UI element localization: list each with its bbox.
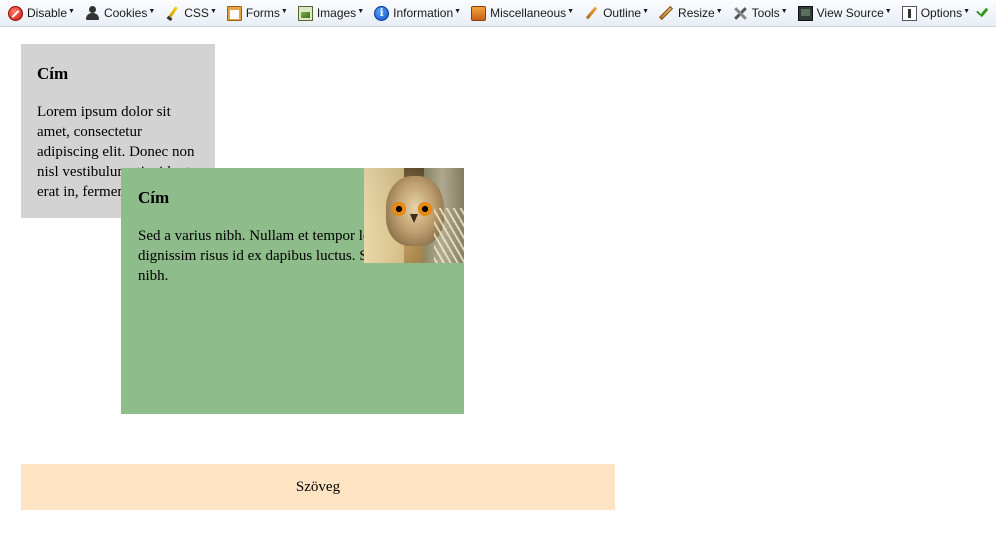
pencil-icon: [165, 6, 180, 21]
toolbar-forms-label: Forms: [245, 6, 280, 20]
chevron-down-icon: ▼: [780, 7, 788, 15]
toolbar-options-menu[interactable]: Options ▼: [896, 0, 974, 27]
toolbar-resize-menu[interactable]: Resize ▼: [653, 0, 727, 27]
footer-text-box: Szöveg: [21, 464, 615, 510]
toolbar-outline-label: Outline: [603, 6, 642, 20]
chevron-down-icon: ▼: [280, 7, 288, 15]
toolbar-cookies-label: Cookies: [103, 6, 148, 20]
toolbar-miscellaneous-menu[interactable]: Miscellaneous ▼: [465, 0, 578, 27]
toolbar-outline-menu[interactable]: Outline ▼: [578, 0, 653, 27]
web-developer-toolbar: Disable ▼ Cookies ▼ CSS ▼ Forms ▼ Images…: [0, 0, 996, 27]
toolbar-disable-menu[interactable]: Disable ▼: [0, 0, 79, 27]
pencil-icon: [584, 6, 599, 21]
tools-icon: [733, 6, 748, 21]
disable-icon: [8, 5, 23, 21]
toolbar-miscellaneous-label: Miscellaneous: [490, 6, 567, 20]
toolbar-disable-label: Disable: [27, 6, 68, 20]
footer-text: Szöveg: [295, 479, 341, 495]
options-icon: [901, 5, 917, 21]
green-content-box: Cím Sed a varius nibh. Nullam et tempor …: [121, 168, 464, 414]
chevron-down-icon: ▼: [715, 7, 723, 15]
chevron-down-icon: ▼: [148, 7, 156, 15]
book-icon: [471, 5, 487, 21]
toolbar-css-menu[interactable]: CSS ▼: [159, 0, 221, 27]
clipboard-icon: [226, 5, 242, 21]
toolbar-images-label: Images: [316, 6, 357, 20]
toolbar-tools-menu[interactable]: Tools ▼: [727, 0, 792, 27]
chevron-down-icon: ▼: [884, 7, 892, 15]
toolbar-options-label: Options: [920, 6, 963, 20]
ruler-icon: [659, 6, 674, 21]
chevron-down-icon: ▼: [357, 7, 365, 15]
toolbar-images-menu[interactable]: Images ▼: [292, 0, 368, 27]
chevron-down-icon: ▼: [454, 7, 462, 15]
chevron-down-icon: ▼: [209, 7, 217, 15]
toolbar-information-label: Information: [393, 6, 454, 20]
toolbar-tools-label: Tools: [751, 6, 780, 20]
green-box-text-line: nibh.: [138, 268, 169, 284]
monitor-icon: [797, 5, 813, 21]
check-icon[interactable]: [974, 5, 990, 21]
toolbar-resize-label: Resize: [678, 6, 715, 20]
chevron-down-icon: ▼: [963, 7, 971, 15]
chevron-down-icon: ▼: [68, 7, 75, 15]
info-icon: i: [374, 5, 390, 21]
toolbar-status-area: ✕: [974, 0, 996, 27]
owl-image: [364, 168, 464, 263]
chevron-down-icon: ▼: [567, 7, 575, 15]
image-icon: [297, 5, 313, 21]
toolbar-information-menu[interactable]: i Information ▼: [368, 0, 465, 27]
toolbar-view-source-label: View Source: [816, 6, 884, 20]
toolbar-view-source-menu[interactable]: View Source ▼: [792, 0, 896, 27]
toolbar-css-label: CSS: [184, 6, 209, 20]
chevron-down-icon: ▼: [642, 7, 650, 15]
toolbar-cookies-menu[interactable]: Cookies ▼: [79, 0, 159, 27]
gray-box-title: Cím: [37, 64, 69, 83]
user-icon: [85, 5, 100, 21]
toolbar-forms-menu[interactable]: Forms ▼: [221, 0, 292, 27]
